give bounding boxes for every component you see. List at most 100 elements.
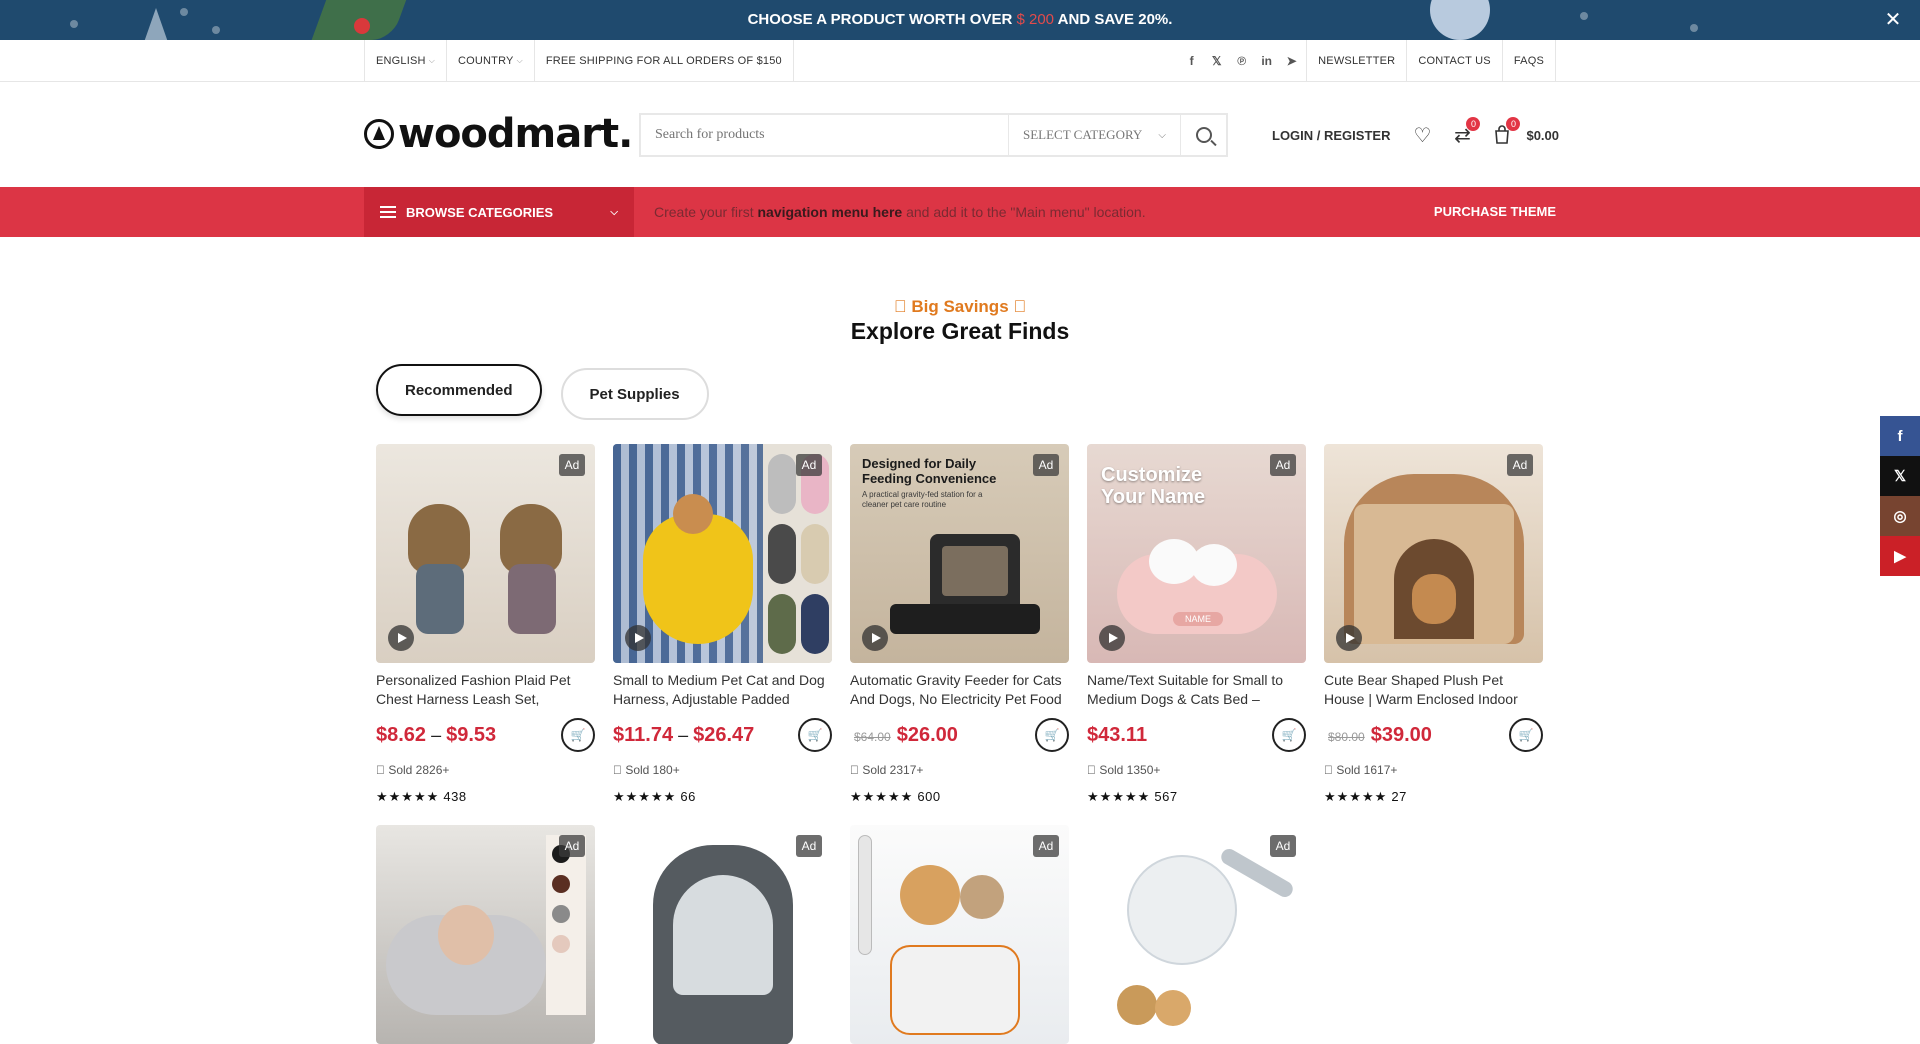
tab-pet-supplies[interactable]: Pet Supplies <box>560 368 709 420</box>
product-name[interactable]: Personalized Fashion Plaid Pet Chest Har… <box>376 671 595 709</box>
play-icon[interactable] <box>862 625 888 651</box>
pinterest-icon[interactable]: ℗ <box>1235 54 1248 68</box>
product-image[interactable]: Customize Your Name NAME Ad <box>1087 444 1306 663</box>
compare-icon[interactable]: ⇄ 0 <box>1450 117 1481 147</box>
chevron-down-icon: ⌵ <box>428 56 435 65</box>
close-icon[interactable]: ✕ <box>1882 9 1904 31</box>
faqs-label: FAQS <box>1513 55 1544 67</box>
language-selector[interactable]: ENGLISH ⌵ <box>364 40 446 82</box>
rating: ★★★★★ 567 <box>1087 789 1306 805</box>
star-rating: ★★★★★ <box>850 789 914 804</box>
color-swatch-column <box>546 835 586 1015</box>
product-image[interactable]: Ad <box>376 444 595 663</box>
product-image[interactable]: Ad <box>1324 444 1543 663</box>
play-icon[interactable] <box>388 625 414 651</box>
product-card[interactable]: Ad Cute Bear Shaped Plush Pet House | Wa… <box>1324 444 1543 805</box>
sold-count:   Sold 180+ <box>613 763 680 777</box>
product-price-row: $64.00 $26.00 🛒 <box>850 718 1069 752</box>
play-icon[interactable] <box>625 625 651 651</box>
chevron-down-icon: ⌵ <box>1158 129 1166 141</box>
facebook-icon[interactable]: f <box>1185 54 1198 68</box>
cat-illustration <box>1412 574 1456 624</box>
product-card[interactable]: Ad <box>613 825 832 1044</box>
linkedin-icon[interactable]: in <box>1260 54 1273 68</box>
image-subtext: A practical gravity-fed station for a cl… <box>862 490 983 509</box>
tab-label: Recommended <box>405 381 513 399</box>
product-card[interactable]: Ad Small to Medium Pet Cat and Dog Harne… <box>613 444 832 805</box>
product-price-row: $11.74 – $26.47 🛒 <box>613 718 832 752</box>
side-social-bar: f 𝕏 ◎ ▶ <box>1880 416 1920 576</box>
play-icon[interactable] <box>1099 625 1125 651</box>
product-card[interactable]: Customize Your Name NAME Ad Name/Text Su… <box>1087 444 1306 805</box>
sold-count:   Sold 2317+ <box>850 763 924 777</box>
harness-illustration <box>508 564 556 634</box>
product-name[interactable]: Name/Text Suitable for Small to Medium D… <box>1087 671 1306 709</box>
browse-categories-button[interactable]: BROWSE CATEGORIES ⌵ <box>364 187 634 237</box>
product-card[interactable]: Ad Personalized Fashion Plaid Pet Chest … <box>376 444 595 805</box>
wishlist-icon[interactable]: ♡ <box>1410 123 1434 147</box>
product-tabs: Recommended Pet Supplies <box>376 364 709 420</box>
youtube-icon[interactable]: ▶ <box>1880 536 1920 576</box>
shipping-notice: FREE SHIPPING FOR ALL ORDERS OF $150 <box>533 40 794 82</box>
ad-badge: Ad <box>559 454 585 476</box>
review-count: 567 <box>1154 789 1178 804</box>
product-image[interactable]: Ad <box>850 825 1069 1044</box>
logo[interactable]: woodmart. <box>364 111 633 157</box>
product-image[interactable]: Designed for Daily Feeding Convenience A… <box>850 444 1069 663</box>
product-name[interactable]: Automatic Gravity Feeder for Cats And Do… <box>850 671 1069 709</box>
instagram-icon[interactable]: ◎ <box>1880 496 1920 536</box>
cart-total[interactable]: $0.00 <box>1526 128 1559 143</box>
product-image[interactable]: Ad <box>613 825 832 1044</box>
variant-swatch <box>768 594 796 654</box>
cart-icon: 🛒 <box>1044 728 1060 742</box>
product-image[interactable]: Ad <box>376 825 595 1044</box>
play-icon[interactable] <box>1336 625 1362 651</box>
product-image[interactable]: Ad <box>613 444 832 663</box>
telegram-icon[interactable]: ➤ <box>1285 54 1298 68</box>
logo-text: woodmart. <box>398 111 633 157</box>
cart-icon[interactable]: 0 <box>1490 117 1521 147</box>
product-card[interactable]: Ad <box>1087 825 1306 1044</box>
search-button[interactable] <box>1180 115 1226 155</box>
product-name[interactable]: Small to Medium Pet Cat and Dog Harness,… <box>613 671 832 709</box>
add-to-cart-button[interactable]: 🛒 <box>798 718 832 752</box>
add-to-cart-button[interactable]: 🛒 <box>1509 718 1543 752</box>
add-to-cart-button[interactable]: 🛒 <box>561 718 595 752</box>
faqs-link[interactable]: FAQS <box>1501 40 1556 82</box>
x-icon[interactable]: 𝕏 <box>1880 456 1920 496</box>
country-selector[interactable]: COUNTRY ⌵ <box>445 40 534 82</box>
rating: ★★★★★ 438 <box>376 789 595 805</box>
browse-categories-label: BROWSE CATEGORIES <box>406 204 554 220</box>
facebook-icon[interactable]: f <box>1880 416 1920 456</box>
variant-swatch <box>552 905 570 923</box>
contact-us-link[interactable]: CONTACT US <box>1406 40 1502 82</box>
navigation-menu-link[interactable]: navigation menu here <box>757 204 902 220</box>
product-name[interactable]: Cute Bear Shaped Plush Pet House | Warm … <box>1324 671 1543 709</box>
add-to-cart-button[interactable]: 🛒 <box>1035 718 1069 752</box>
section-title: Explore Great Finds <box>850 318 1070 344</box>
rating: ★★★★★ 600 <box>850 789 1069 805</box>
ad-badge: Ad <box>1033 454 1059 476</box>
sold-count:   Sold 1350+ <box>1087 763 1161 777</box>
product-image[interactable]: Ad <box>1087 825 1306 1044</box>
tab-recommended[interactable]: Recommended <box>376 364 542 416</box>
variant-swatch <box>552 935 570 953</box>
product-card[interactable]: Designed for Daily Feeding Convenience A… <box>850 444 1069 805</box>
ad-badge: Ad <box>559 835 585 857</box>
cart-icon: 🛒 <box>1281 728 1297 742</box>
purchase-theme-link[interactable]: PURCHASE THEME <box>1434 187 1556 237</box>
search-input[interactable] <box>641 115 1008 155</box>
product-card[interactable]: Ad <box>850 825 1069 1044</box>
current-price: $39.00 <box>1370 723 1432 746</box>
current-price: $26.00 <box>896 723 958 746</box>
newsletter-link[interactable]: NEWSLETTER <box>1306 40 1406 82</box>
x-icon[interactable]: 𝕏 <box>1210 54 1223 68</box>
category-select[interactable]: SELECT CATEGORY ⌵ <box>1008 115 1180 155</box>
star-rating: ★★★★★ <box>1087 789 1151 804</box>
cat-illustration <box>960 875 1004 919</box>
product-card[interactable]: Ad <box>376 825 595 1044</box>
promo-bar: CHOOSE A PRODUCT WORTH OVER $ 200 AND SA… <box>0 0 1920 40</box>
login-register-link[interactable]: LOGIN / REGISTER <box>1272 128 1390 143</box>
add-to-cart-button[interactable]: 🛒 <box>1272 718 1306 752</box>
nav-message-before: Create your first <box>654 204 754 220</box>
